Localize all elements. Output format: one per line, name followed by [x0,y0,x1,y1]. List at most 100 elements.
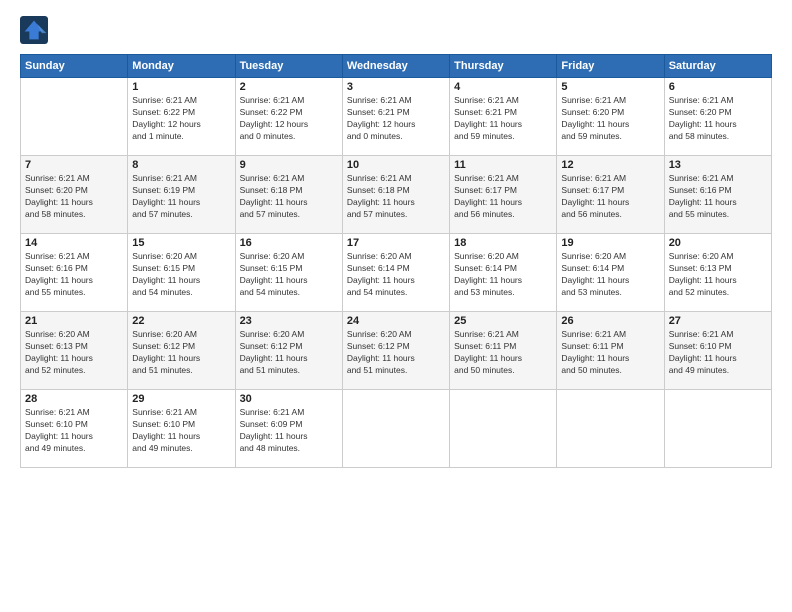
day-info: Sunrise: 6:21 AM Sunset: 6:20 PM Dayligh… [561,95,659,143]
day-info: Sunrise: 6:21 AM Sunset: 6:10 PM Dayligh… [132,407,230,455]
day-info: Sunrise: 6:20 AM Sunset: 6:12 PM Dayligh… [132,329,230,377]
day-cell: 30 Sunrise: 6:21 AM Sunset: 6:09 PM Dayli… [235,390,342,468]
week-row-3: 14 Sunrise: 6:21 AM Sunset: 6:16 PM Dayli… [21,234,772,312]
day-number: 30 [240,393,338,405]
day-number: 5 [561,81,659,93]
day-info: Sunrise: 6:21 AM Sunset: 6:21 PM Dayligh… [454,95,552,143]
day-number: 23 [240,315,338,327]
day-cell: 23 Sunrise: 6:20 AM Sunset: 6:12 PM Dayli… [235,312,342,390]
day-number: 13 [669,159,767,171]
col-header-tuesday: Tuesday [235,55,342,78]
day-info: Sunrise: 6:21 AM Sunset: 6:09 PM Dayligh… [240,407,338,455]
day-number: 18 [454,237,552,249]
day-info: Sunrise: 6:21 AM Sunset: 6:22 PM Dayligh… [240,95,338,143]
day-info: Sunrise: 6:21 AM Sunset: 6:21 PM Dayligh… [347,95,445,143]
day-cell [557,390,664,468]
day-info: Sunrise: 6:21 AM Sunset: 6:18 PM Dayligh… [240,173,338,221]
day-number: 26 [561,315,659,327]
day-cell: 3 Sunrise: 6:21 AM Sunset: 6:21 PM Daylig… [342,78,449,156]
day-cell: 18 Sunrise: 6:20 AM Sunset: 6:14 PM Dayli… [450,234,557,312]
day-number: 22 [132,315,230,327]
day-cell: 28 Sunrise: 6:21 AM Sunset: 6:10 PM Dayli… [21,390,128,468]
day-info: Sunrise: 6:21 AM Sunset: 6:11 PM Dayligh… [561,329,659,377]
day-cell: 5 Sunrise: 6:21 AM Sunset: 6:20 PM Daylig… [557,78,664,156]
day-cell: 13 Sunrise: 6:21 AM Sunset: 6:16 PM Dayli… [664,156,771,234]
day-info: Sunrise: 6:21 AM Sunset: 6:11 PM Dayligh… [454,329,552,377]
day-info: Sunrise: 6:20 AM Sunset: 6:13 PM Dayligh… [669,251,767,299]
day-info: Sunrise: 6:20 AM Sunset: 6:14 PM Dayligh… [347,251,445,299]
day-cell: 19 Sunrise: 6:20 AM Sunset: 6:14 PM Dayli… [557,234,664,312]
logo [20,16,52,44]
day-info: Sunrise: 6:20 AM Sunset: 6:15 PM Dayligh… [240,251,338,299]
day-info: Sunrise: 6:21 AM Sunset: 6:18 PM Dayligh… [347,173,445,221]
day-cell: 25 Sunrise: 6:21 AM Sunset: 6:11 PM Dayli… [450,312,557,390]
col-header-wednesday: Wednesday [342,55,449,78]
day-cell: 1Sunrise: 6:21 AM Sunset: 6:22 PM Daylig… [128,78,235,156]
day-number: 1 [132,81,230,93]
day-cell: 16 Sunrise: 6:20 AM Sunset: 6:15 PM Dayli… [235,234,342,312]
day-number: 17 [347,237,445,249]
week-row-1: 1 Sunrise: 6:21 AM Sunset: 6:22 PM Daylig… [21,78,772,156]
day-number: 12 [561,159,659,171]
page: SundayMondayTuesdayWednesdayThursdayFrid… [0,0,792,612]
day-number: 24 [347,315,445,327]
day-info: Sunrise: 6:21 AM Sunset: 6:16 PM Dayligh… [25,251,123,299]
day-number: 27 [669,315,767,327]
day-cell [450,390,557,468]
day-cell [664,390,771,468]
day-cell: 7 Sunrise: 6:21 AM Sunset: 6:20 PM Daylig… [21,156,128,234]
day-info: Sunrise: 6:20 AM Sunset: 6:14 PM Dayligh… [454,251,552,299]
day-number: 19 [561,237,659,249]
day-info: Sunrise: 6:21 AM Sunset: 6:10 PM Dayligh… [669,329,767,377]
day-cell: 24 Sunrise: 6:20 AM Sunset: 6:12 PM Dayli… [342,312,449,390]
day-cell [21,78,128,156]
col-header-monday: Monday [128,55,235,78]
logo-icon [20,16,48,44]
day-cell [342,390,449,468]
day-cell: 14 Sunrise: 6:21 AM Sunset: 6:16 PM Dayli… [21,234,128,312]
day-number: 28 [25,393,123,405]
day-number: 16 [240,237,338,249]
header-row: SundayMondayTuesdayWednesdayThursdayFrid… [21,55,772,78]
day-number: 10 [347,159,445,171]
day-number: 3 [347,81,445,93]
day-cell: 20Sunrise: 6:20 AM Sunset: 6:13 PM Dayli… [664,234,771,312]
day-number: 8 [132,159,230,171]
day-number: 4 [454,81,552,93]
day-cell: 8Sunrise: 6:21 AM Sunset: 6:19 PM Daylig… [128,156,235,234]
day-cell: 21Sunrise: 6:20 AM Sunset: 6:13 PM Dayli… [21,312,128,390]
day-cell: 22 Sunrise: 6:20 AM Sunset: 6:12 PM Dayli… [128,312,235,390]
day-cell: 9Sunrise: 6:21 AM Sunset: 6:18 PM Daylig… [235,156,342,234]
day-cell: 2 Sunrise: 6:21 AM Sunset: 6:22 PM Daylig… [235,78,342,156]
day-cell: 17 Sunrise: 6:20 AM Sunset: 6:14 PM Dayli… [342,234,449,312]
day-number: 25 [454,315,552,327]
day-info: Sunrise: 6:21 AM Sunset: 6:16 PM Dayligh… [669,173,767,221]
day-info: Sunrise: 6:21 AM Sunset: 6:20 PM Dayligh… [669,95,767,143]
col-header-sunday: Sunday [21,55,128,78]
day-info: Sunrise: 6:20 AM Sunset: 6:14 PM Dayligh… [561,251,659,299]
day-number: 6 [669,81,767,93]
day-cell: 27 Sunrise: 6:21 AM Sunset: 6:10 PM Dayli… [664,312,771,390]
day-info: Sunrise: 6:21 AM Sunset: 6:10 PM Dayligh… [25,407,123,455]
day-number: 11 [454,159,552,171]
day-info: Sunrise: 6:20 AM Sunset: 6:15 PM Dayligh… [132,251,230,299]
day-number: 7 [25,159,123,171]
col-header-thursday: Thursday [450,55,557,78]
day-info: Sunrise: 6:21 AM Sunset: 6:17 PM Dayligh… [561,173,659,221]
day-number: 15 [132,237,230,249]
day-cell: 26 Sunrise: 6:21 AM Sunset: 6:11 PM Dayli… [557,312,664,390]
day-cell: 11Sunrise: 6:21 AM Sunset: 6:17 PM Dayli… [450,156,557,234]
day-info: Sunrise: 6:21 AM Sunset: 6:20 PM Dayligh… [25,173,123,221]
day-info: Sunrise: 6:20 AM Sunset: 6:12 PM Dayligh… [347,329,445,377]
header [20,16,772,44]
day-info: Sunrise: 6:20 AM Sunset: 6:12 PM Dayligh… [240,329,338,377]
day-cell: 15 Sunrise: 6:20 AM Sunset: 6:15 PM Dayli… [128,234,235,312]
week-row-5: 28 Sunrise: 6:21 AM Sunset: 6:10 PM Dayli… [21,390,772,468]
calendar-table: SundayMondayTuesdayWednesdayThursdayFrid… [20,54,772,468]
day-cell: 4 Sunrise: 6:21 AM Sunset: 6:21 PM Daylig… [450,78,557,156]
day-cell: 12 Sunrise: 6:21 AM Sunset: 6:17 PM Dayli… [557,156,664,234]
day-cell: 6 Sunrise: 6:21 AM Sunset: 6:20 PM Daylig… [664,78,771,156]
day-number: 2 [240,81,338,93]
day-cell: 29Sunrise: 6:21 AM Sunset: 6:10 PM Dayli… [128,390,235,468]
day-number: 14 [25,237,123,249]
